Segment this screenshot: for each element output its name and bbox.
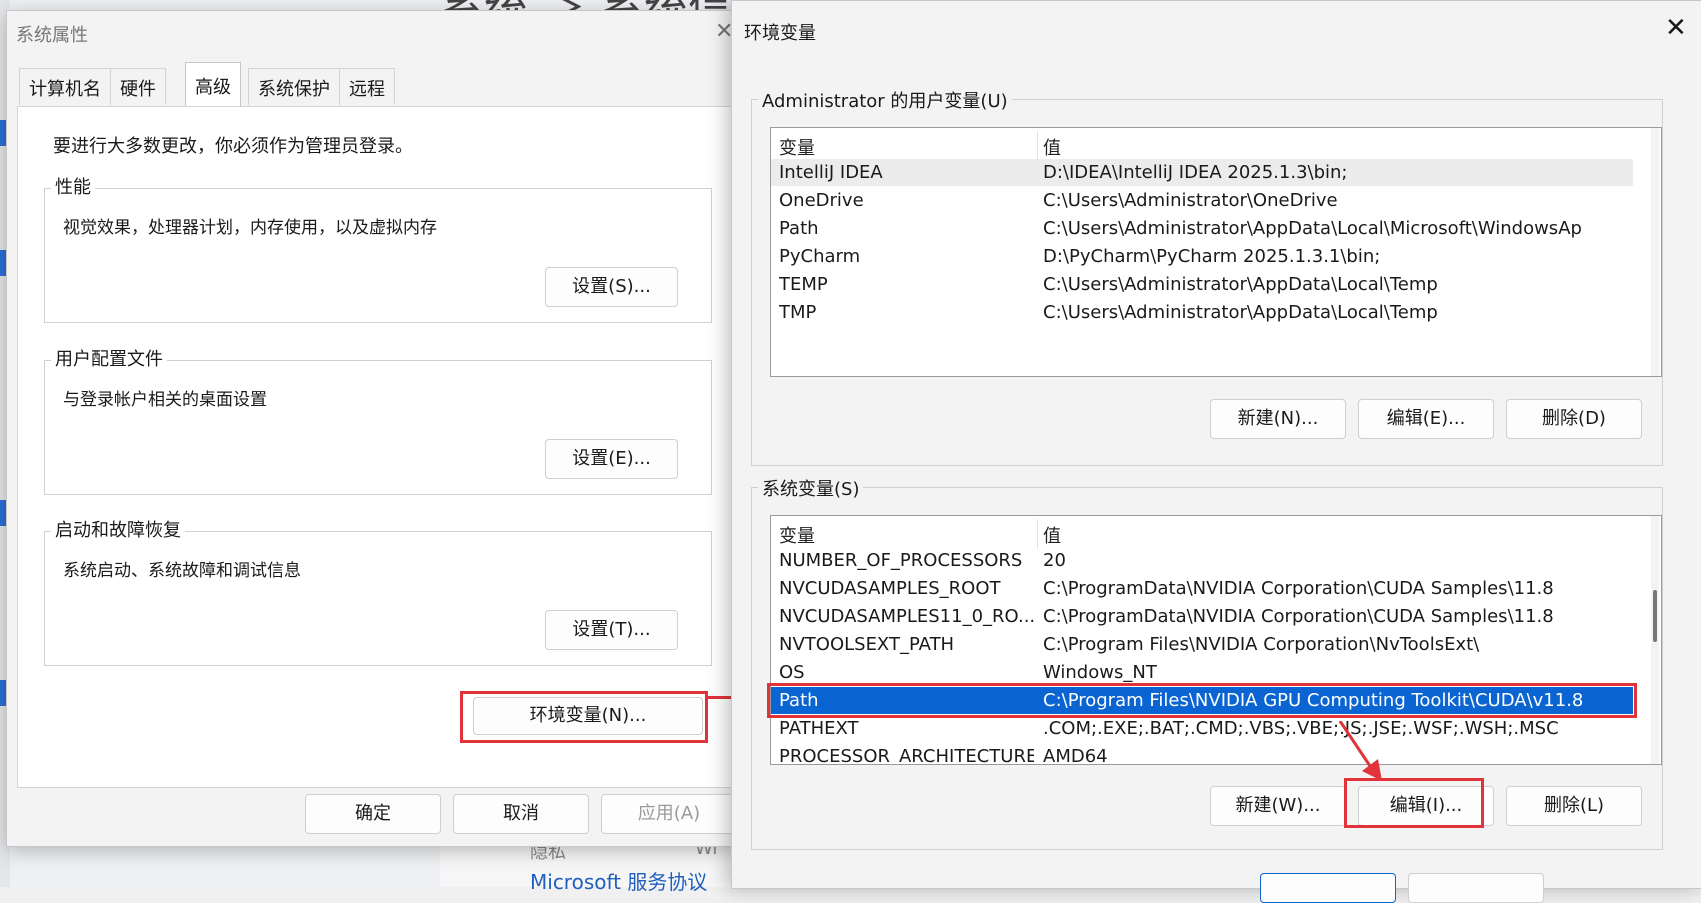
performance-settings-button[interactable]: 设置(S)...	[545, 267, 678, 307]
performance-group: 性能 视觉效果，处理器计划，内存使用，以及虚拟内存 设置(S)...	[44, 173, 712, 323]
microsoft-service-agreement-link[interactable]: Microsoft 服务协议	[530, 866, 707, 895]
dialog-title: 系统属性	[16, 25, 88, 46]
advanced-tab-panel: 要进行大多数更改，你必须作为管理员登录。 性能 视觉效果，处理器计划，内存使用，…	[17, 106, 737, 788]
variable-name: PATHEXT	[779, 718, 859, 739]
system-list-scrollbar[interactable]	[1651, 516, 1659, 764]
dialog-title: 环境变量	[744, 23, 816, 44]
user-profile-group: 用户配置文件 与登录帐户相关的桌面设置 设置(E)...	[44, 345, 712, 495]
variable-value: C:\Users\Administrator\AppData\Local\Tem…	[1043, 274, 1438, 295]
close-icon[interactable]: ✕	[1665, 13, 1687, 43]
system-var-row[interactable]: PATHEXT .COM;.EXE;.BAT;.CMD;.VBS;.VBE;.J…	[771, 715, 1633, 742]
group-title: 用户配置文件	[51, 345, 167, 371]
column-header-variable[interactable]: 变量	[779, 134, 1034, 160]
variable-value: 20	[1043, 550, 1066, 571]
variable-name: IntelliJ IDEA	[779, 162, 883, 183]
scrollbar-thumb[interactable]	[1653, 590, 1657, 642]
startup-settings-button[interactable]: 设置(T)...	[545, 610, 678, 650]
admin-notice: 要进行大多数更改，你必须作为管理员登录。	[53, 136, 413, 157]
variable-value: C:\Users\Administrator\AppData\Local\Mic…	[1043, 218, 1583, 239]
variable-name: NVCUDASAMPLES_ROOT	[779, 578, 1001, 599]
system-var-row[interactable]: NVTOOLSEXT_PATH C:\Program Files\NVIDIA …	[771, 631, 1633, 658]
system-var-row[interactable]: NVCUDASAMPLES_ROOT C:\ProgramData\NVIDIA…	[771, 575, 1633, 602]
startup-recovery-group: 启动和故障恢复 系统启动、系统故障和调试信息 设置(T)...	[44, 516, 712, 666]
user-edit-button[interactable]: 编辑(E)...	[1358, 399, 1494, 439]
group-title: 性能	[51, 173, 95, 199]
system-properties-dialog: 系统属性 ✕ 计算机名 硬件 高级 系统保护 远程 要进行大多数更改，你必须作为…	[6, 10, 738, 847]
variable-name: OS	[779, 662, 805, 683]
user-var-row[interactable]: TMP C:\Users\Administrator\AppData\Local…	[771, 299, 1633, 326]
user-var-row[interactable]: IntelliJ IDEA D:\IDEA\IntelliJ IDEA 2025…	[771, 159, 1633, 186]
arrow-down-icon	[1338, 721, 1382, 781]
variable-value: .COM;.EXE;.BAT;.CMD;.VBS;.VBE;.JS;.JSE;.…	[1043, 718, 1559, 739]
user-var-row[interactable]: Path C:\Users\Administrator\AppData\Loca…	[771, 215, 1633, 242]
system-var-row[interactable]: NUMBER_OF_PROCESSORS 20	[771, 547, 1633, 574]
system-variables-frame: 系统变量(S) 变量 值 NUMBER_OF_PROCESSORS 20 NVC…	[751, 475, 1663, 850]
variable-name: PyCharm	[779, 246, 861, 267]
environment-variables-dialog: 环境变量 ✕ Administrator 的用户变量(U) 变量 值 Intel…	[731, 0, 1701, 903]
env-cancel-button[interactable]	[1408, 873, 1544, 903]
variable-value: AMD64	[1043, 746, 1108, 765]
system-var-row[interactable]: NVCUDASAMPLES11_0_RO... C:\ProgramData\N…	[771, 603, 1633, 630]
highlight-box	[460, 691, 708, 743]
variable-value: C:\Users\Administrator\AppData\Local\Tem…	[1043, 302, 1438, 323]
variable-value: C:\Users\Administrator\OneDrive	[1043, 190, 1338, 211]
system-var-row[interactable]: OS Windows_NT	[771, 659, 1633, 686]
column-header-variable[interactable]: 变量	[779, 522, 1034, 548]
user-list-scrollbar[interactable]	[1651, 128, 1659, 376]
user-var-row[interactable]: TEMP C:\Users\Administrator\AppData\Loca…	[771, 271, 1633, 298]
column-header-value[interactable]: 值	[1043, 134, 1583, 160]
variable-name: OneDrive	[779, 190, 864, 211]
variable-name: NVTOOLSEXT_PATH	[779, 634, 955, 655]
system-variables-title: 系统变量(S)	[758, 475, 864, 501]
group-description: 系统启动、系统故障和调试信息	[63, 561, 301, 581]
tab-remote[interactable]: 远程	[339, 68, 395, 105]
variable-value: D:\IDEA\IntelliJ IDEA 2025.1.3\bin;	[1043, 162, 1348, 183]
system-variables-list[interactable]: 变量 值 NUMBER_OF_PROCESSORS 20 NVCUDASAMPL…	[770, 515, 1662, 765]
user-variables-title: Administrator 的用户变量(U)	[758, 87, 1012, 113]
highlight-box	[767, 683, 1637, 718]
user-new-button[interactable]: 新建(N)...	[1210, 399, 1346, 439]
tab-bar: 计算机名 硬件 高级 系统保护 远程	[19, 62, 395, 109]
system-new-button[interactable]: 新建(W)...	[1210, 786, 1346, 826]
group-title: 启动和故障恢复	[51, 516, 185, 542]
group-description: 与登录帐户相关的桌面设置	[63, 390, 267, 410]
system-var-row[interactable]: PROCESSOR_ARCHITECTURE AMD64	[771, 743, 1633, 765]
column-header-value[interactable]: 值	[1043, 522, 1583, 548]
group-description: 视觉效果，处理器计划，内存使用，以及虚拟内存	[63, 218, 437, 238]
user-profile-settings-button[interactable]: 设置(E)...	[545, 439, 678, 479]
tab-hardware[interactable]: 硬件	[110, 68, 166, 105]
system-delete-button[interactable]: 删除(L)	[1506, 786, 1642, 826]
variable-name: TEMP	[779, 274, 828, 295]
variable-name: Path	[779, 218, 819, 239]
tab-computer-name[interactable]: 计算机名	[19, 68, 111, 105]
tab-advanced[interactable]: 高级	[185, 62, 241, 109]
cancel-button[interactable]: 取消	[453, 794, 589, 834]
user-delete-button[interactable]: 删除(D)	[1506, 399, 1642, 439]
variable-value: Windows_NT	[1043, 662, 1157, 683]
variable-value: D:\PyCharm\PyCharm 2025.1.3.1\bin;	[1043, 246, 1381, 267]
apply-button[interactable]: 应用(A)	[601, 794, 737, 834]
column-divider	[1037, 519, 1038, 549]
column-divider	[1037, 131, 1038, 161]
list-header: 变量 值	[771, 131, 1633, 161]
variable-value: C:\Program Files\NVIDIA Corporation\NvTo…	[1043, 634, 1480, 655]
variable-name: NUMBER_OF_PROCESSORS	[779, 550, 1023, 571]
ok-button[interactable]: 确定	[305, 794, 441, 834]
user-variables-list[interactable]: 变量 值 IntelliJ IDEA D:\IDEA\IntelliJ IDEA…	[770, 127, 1662, 377]
env-ok-button[interactable]	[1260, 873, 1396, 903]
user-var-row[interactable]: PyCharm D:\PyCharm\PyCharm 2025.1.3.1\bi…	[771, 243, 1633, 270]
list-header: 变量 值	[771, 519, 1633, 549]
user-var-row[interactable]: OneDrive C:\Users\Administrator\OneDrive	[771, 187, 1633, 214]
variable-name: PROCESSOR_ARCHITECTURE	[779, 746, 1034, 765]
variable-name: NVCUDASAMPLES11_0_RO...	[779, 606, 1034, 627]
variable-value: C:\ProgramData\NVIDIA Corporation\CUDA S…	[1043, 578, 1554, 599]
tab-system-protection[interactable]: 系统保护	[248, 68, 340, 105]
user-variables-frame: Administrator 的用户变量(U) 变量 值 IntelliJ IDE…	[751, 87, 1663, 466]
variable-name: TMP	[779, 302, 817, 323]
variable-value: C:\ProgramData\NVIDIA Corporation\CUDA S…	[1043, 606, 1554, 627]
